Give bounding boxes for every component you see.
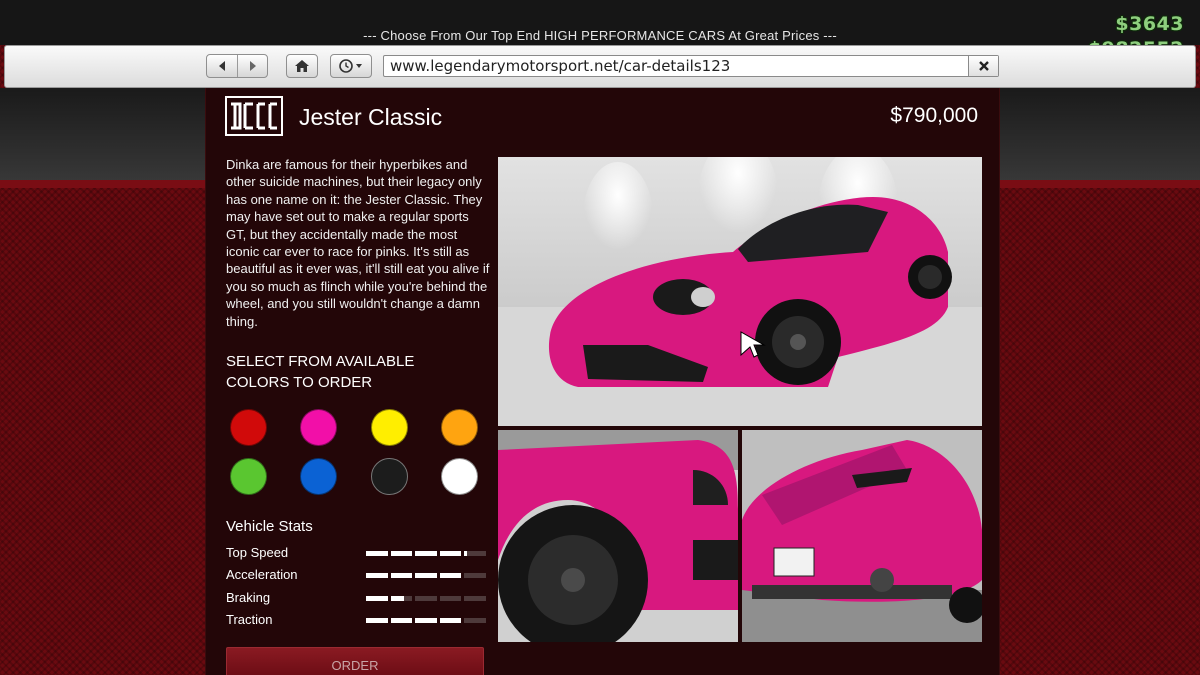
stat-segment — [366, 551, 388, 556]
stat-segment — [415, 573, 437, 578]
car-name: Jester Classic — [299, 104, 443, 130]
front-three-quarter-photo[interactable] — [498, 157, 982, 426]
stat-segment-fill — [390, 573, 412, 578]
car-details-panel: Jester Classic $790,000 Dinka are famous… — [205, 88, 1000, 675]
forward-button[interactable] — [237, 55, 267, 77]
clear-url-button[interactable] — [968, 56, 998, 76]
clock-icon — [339, 59, 362, 73]
arrow-left-icon — [219, 61, 225, 71]
stat-segment — [439, 551, 461, 556]
url-text: www.legendarymotorsport.net/car-details1… — [390, 57, 731, 75]
stat-segment-fill — [366, 596, 388, 601]
front-wheel-closeup-photo[interactable] — [498, 430, 738, 642]
history-group — [330, 54, 372, 78]
color-swatch-blue[interactable] — [300, 458, 337, 495]
colors-heading: SELECT FROM AVAILABLE COLORS TO ORDER — [226, 353, 415, 391]
stat-segment-fill — [366, 551, 388, 556]
stat-row-acceleration: Acceleration — [226, 567, 486, 585]
stat-bar-braking — [366, 596, 486, 601]
cash-counter: $3643 — [1115, 13, 1184, 35]
close-icon — [978, 61, 989, 71]
stat-bar-top-speed — [366, 551, 486, 556]
stat-segment-fill — [439, 618, 461, 623]
stat-segment — [439, 573, 461, 578]
stat-segment — [390, 551, 412, 556]
car-price: $790,000 — [890, 104, 978, 127]
color-swatch-black[interactable] — [371, 458, 408, 495]
stat-segment — [366, 596, 388, 601]
color-swatch-pink[interactable] — [300, 409, 337, 446]
stats-heading: Vehicle Stats — [226, 518, 313, 535]
history-nav-group — [206, 54, 268, 78]
stat-segment — [366, 618, 388, 623]
stat-segment-fill — [439, 573, 461, 578]
stat-label: Braking — [226, 590, 271, 605]
stat-segment — [390, 573, 412, 578]
rear-three-quarter-photo[interactable] — [742, 430, 982, 642]
site-tagline: --- Choose From Our Top End HIGH PERFORM… — [363, 28, 837, 43]
color-swatch-white[interactable] — [441, 458, 478, 495]
stat-label: Top Speed — [226, 545, 289, 560]
stat-label: Traction — [226, 612, 273, 627]
color-swatch-grid — [230, 409, 480, 499]
stat-segment-fill — [366, 573, 388, 578]
stat-segment-fill — [439, 551, 461, 556]
url-input[interactable]: www.legendarymotorsport.net/car-details1… — [383, 55, 999, 77]
stat-segment-fill — [366, 618, 388, 623]
stat-row-braking: Braking — [226, 590, 486, 608]
stat-segment-fill — [415, 551, 437, 556]
color-swatch-orange[interactable] — [441, 409, 478, 446]
stat-segment — [439, 618, 461, 623]
stat-segment — [464, 573, 486, 578]
stat-segment-fill — [390, 551, 412, 556]
stat-segment — [464, 596, 486, 601]
color-swatch-red[interactable] — [230, 409, 267, 446]
back-button[interactable] — [207, 55, 237, 77]
stat-segment — [415, 551, 437, 556]
arrow-right-icon — [249, 61, 256, 71]
color-swatch-green[interactable] — [230, 458, 267, 495]
stat-segment — [415, 618, 437, 623]
car-description: Dinka are famous for their hyperbikes an… — [226, 157, 490, 329]
stat-bar-traction — [366, 618, 486, 623]
color-swatch-yellow[interactable] — [371, 409, 408, 446]
stat-segment — [390, 596, 412, 601]
stat-segment — [439, 596, 461, 601]
stat-row-top-speed: Top Speed — [226, 545, 486, 563]
stat-segment-fill — [464, 551, 468, 556]
stat-segment-fill — [415, 618, 437, 623]
stat-segment-fill — [415, 573, 437, 578]
stat-segment — [366, 573, 388, 578]
stat-segment — [415, 596, 437, 601]
stat-segment-fill — [390, 618, 412, 623]
history-button[interactable] — [331, 55, 371, 77]
stat-segment — [464, 618, 486, 623]
stat-label: Acceleration — [226, 567, 298, 582]
stat-segment-fill — [390, 596, 405, 601]
home-icon — [295, 60, 309, 72]
stat-row-traction: Traction — [226, 612, 486, 630]
dinka-logo — [225, 96, 283, 136]
order-button[interactable]: ORDER — [226, 647, 484, 675]
home-button[interactable] — [287, 55, 317, 77]
stat-segment — [390, 618, 412, 623]
browser-toolbar: www.legendarymotorsport.net/car-details1… — [4, 45, 1196, 88]
home-group — [286, 54, 318, 78]
stat-bar-acceleration — [366, 573, 486, 578]
stat-segment — [464, 551, 486, 556]
